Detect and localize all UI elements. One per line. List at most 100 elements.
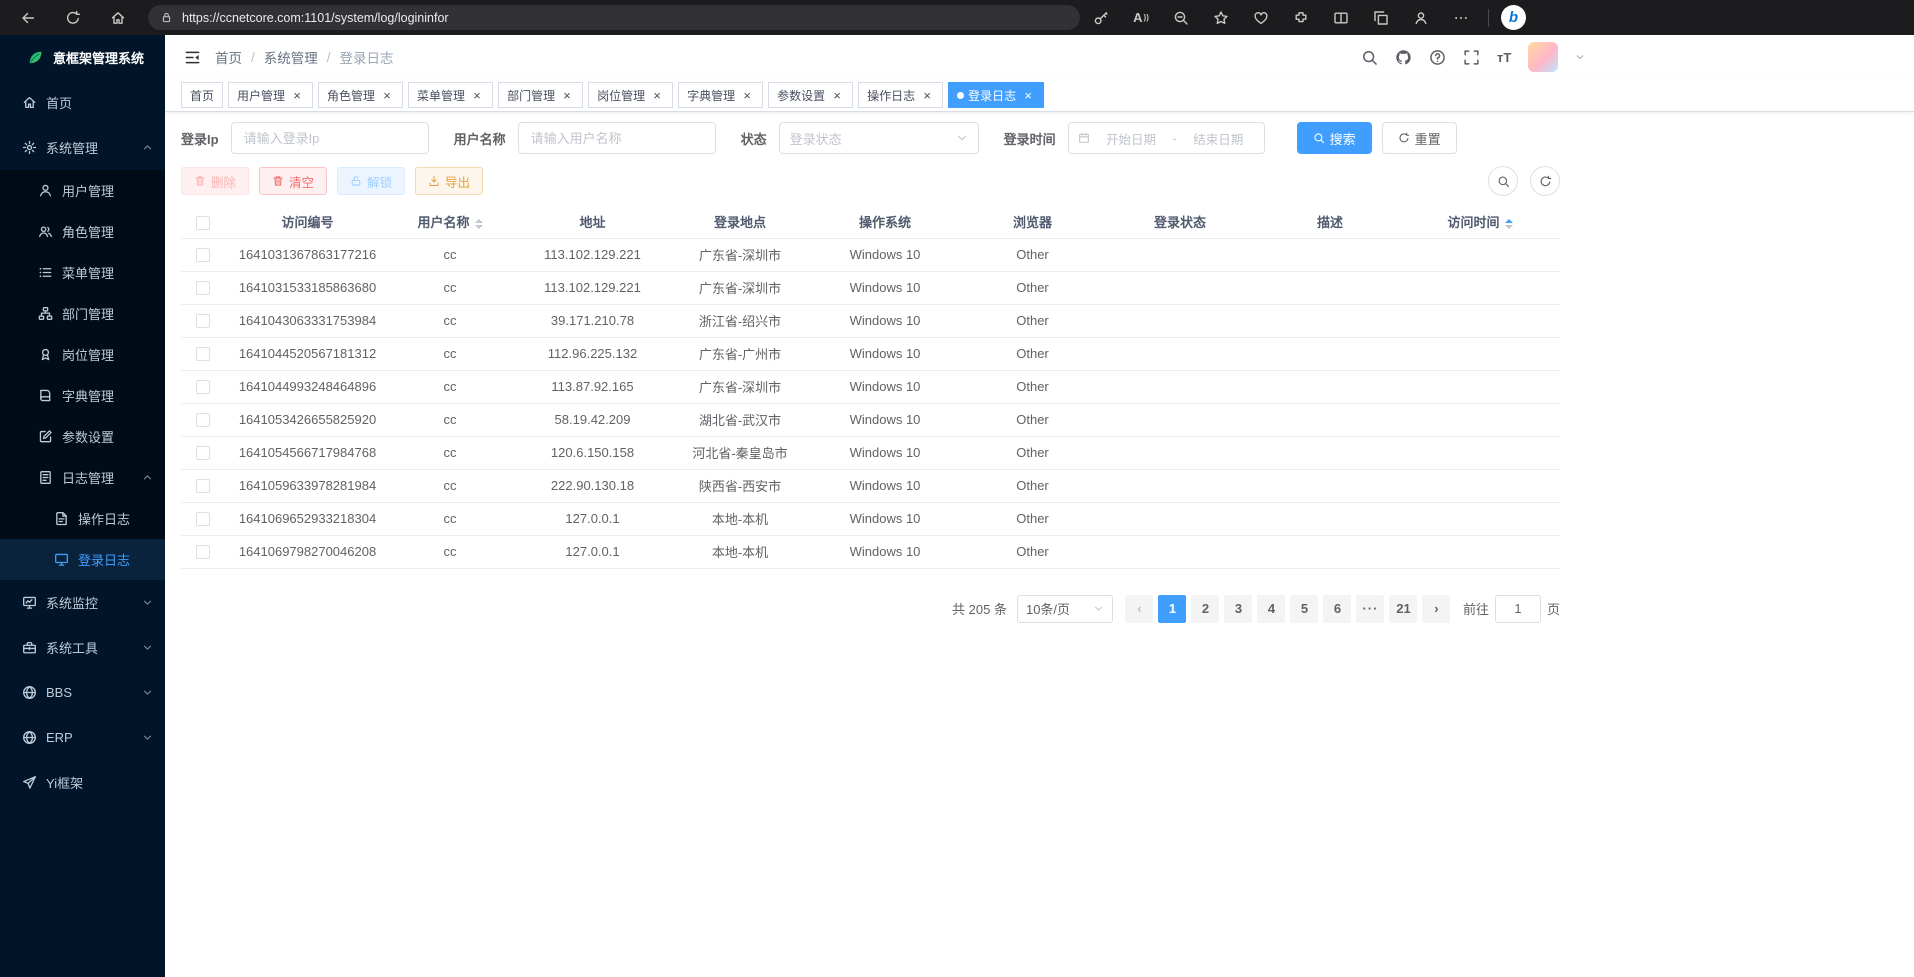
column-header-username[interactable]: 用户名称 [390, 206, 510, 238]
pager-ellipsis[interactable]: ··· [1356, 595, 1384, 623]
login-ip-input[interactable] [231, 122, 429, 154]
page-button-5[interactable]: 5 [1290, 595, 1318, 623]
row-checkbox[interactable] [196, 347, 210, 361]
row-checkbox[interactable] [196, 479, 210, 493]
sidebar-item-home[interactable]: 首页 [0, 80, 165, 125]
tab-close-icon[interactable]: × [920, 88, 934, 102]
sidebar-item-yi[interactable]: Yi框架 [0, 760, 165, 805]
tab-close-icon[interactable]: × [830, 88, 844, 102]
browser-essentials-button[interactable] [1246, 3, 1276, 32]
export-button[interactable]: 导出 [415, 167, 483, 195]
sidebar-item-config[interactable]: 参数设置 [0, 416, 165, 457]
browser-refresh-button[interactable] [58, 3, 88, 32]
tab-dept[interactable]: 部门管理× [498, 82, 583, 108]
font-size-icon[interactable]: тT [1497, 50, 1511, 65]
status-select[interactable]: 登录状态 [779, 122, 979, 154]
show-search-toggle-button[interactable] [1488, 166, 1518, 196]
tab-close-icon[interactable]: × [1021, 88, 1035, 102]
page-button-6[interactable]: 6 [1323, 595, 1351, 623]
avatar-caret-icon[interactable] [1575, 52, 1585, 62]
sidebar-item-logininfor[interactable]: 登录日志 [0, 539, 165, 580]
sort-icons[interactable] [1505, 219, 1513, 229]
tab-dict[interactable]: 字典管理× [678, 82, 763, 108]
sidebar-item-role[interactable]: 角色管理 [0, 211, 165, 252]
cell-location: 广东省-广州市 [675, 337, 805, 370]
select-all-checkbox[interactable] [196, 216, 210, 230]
goto-page-input[interactable] [1495, 595, 1541, 623]
tab-role[interactable]: 角色管理× [318, 82, 403, 108]
date-range-picker[interactable]: 开始日期 - 结束日期 [1068, 122, 1265, 154]
next-page-button[interactable]: › [1422, 595, 1450, 623]
sidebar-item-erp[interactable]: ERP [0, 715, 165, 760]
row-checkbox[interactable] [196, 314, 210, 328]
page-size-select[interactable]: 10条/页 [1017, 595, 1113, 623]
clear-button[interactable]: 清空 [259, 167, 327, 195]
page-button-1[interactable]: 1 [1158, 595, 1186, 623]
tab-close-icon[interactable]: × [560, 88, 574, 102]
sidebar-item-menu[interactable]: 菜单管理 [0, 252, 165, 293]
browser-profile-button[interactable] [1406, 3, 1436, 32]
column-header-visit-time[interactable]: 访问时间 [1400, 206, 1560, 238]
tab-close-icon[interactable]: × [650, 88, 664, 102]
row-checkbox[interactable] [196, 512, 210, 526]
fullscreen-icon[interactable] [1463, 49, 1480, 66]
read-aloud-button[interactable]: A)) [1126, 3, 1156, 32]
browser-home-button[interactable] [103, 3, 133, 32]
tab-user[interactable]: 用户管理× [228, 82, 313, 108]
tab-home[interactable]: 首页 [181, 82, 223, 108]
sidebar-item-dept[interactable]: 部门管理 [0, 293, 165, 334]
github-icon[interactable] [1395, 49, 1412, 66]
password-key-button[interactable] [1086, 3, 1116, 32]
sidebar-item-monitor[interactable]: 系统监控 [0, 580, 165, 625]
zoom-out-button[interactable] [1166, 3, 1196, 32]
split-screen-button[interactable] [1326, 3, 1356, 32]
tab-menu[interactable]: 菜单管理× [408, 82, 493, 108]
tab-close-icon[interactable]: × [470, 88, 484, 102]
tab-operlog[interactable]: 操作日志× [858, 82, 943, 108]
breadcrumb-system[interactable]: 系统管理 [264, 47, 318, 67]
sidebar-item-bbs[interactable]: BBS [0, 670, 165, 715]
browser-back-button[interactable] [13, 3, 43, 32]
sidebar-item-tool[interactable]: 系统工具 [0, 625, 165, 670]
page-button-21[interactable]: 21 [1389, 595, 1417, 623]
row-checkbox[interactable] [196, 545, 210, 559]
sidebar-item-log[interactable]: 日志管理 [0, 457, 165, 498]
header-search-icon[interactable] [1361, 49, 1378, 66]
sort-icons[interactable] [475, 219, 483, 229]
tab-post[interactable]: 岗位管理× [588, 82, 673, 108]
sidebar-item-post[interactable]: 岗位管理 [0, 334, 165, 375]
page-button-2[interactable]: 2 [1191, 595, 1219, 623]
row-checkbox[interactable] [196, 281, 210, 295]
sidebar-toggle-icon[interactable] [184, 49, 201, 66]
sidebar-item-user[interactable]: 用户管理 [0, 170, 165, 211]
tab-config[interactable]: 参数设置× [768, 82, 853, 108]
sidebar-item-operlog[interactable]: 操作日志 [0, 498, 165, 539]
extensions-button[interactable] [1286, 3, 1316, 32]
collections-button[interactable] [1366, 3, 1396, 32]
address-bar[interactable]: https://ccnetcore.com:1101/system/log/lo… [148, 5, 1080, 30]
tab-close-icon[interactable]: × [290, 88, 304, 102]
page-button-3[interactable]: 3 [1224, 595, 1252, 623]
row-checkbox[interactable] [196, 446, 210, 460]
reset-button[interactable]: 重置 [1382, 122, 1457, 154]
prev-page-button[interactable]: ‹ [1125, 595, 1153, 623]
sidebar-item-system[interactable]: 系统管理 [0, 125, 165, 170]
row-checkbox[interactable] [196, 413, 210, 427]
breadcrumb-home[interactable]: 首页 [215, 47, 242, 67]
tab-close-icon[interactable]: × [380, 88, 394, 102]
username-input[interactable] [518, 122, 716, 154]
copilot-bing-button[interactable]: b [1501, 5, 1526, 30]
tab-close-icon[interactable]: × [740, 88, 754, 102]
browser-settings-button[interactable] [1446, 3, 1476, 32]
sidebar-item-dict[interactable]: 字典管理 [0, 375, 165, 416]
search-button[interactable]: 搜索 [1297, 122, 1372, 154]
refresh-table-button[interactable] [1530, 166, 1560, 196]
user-avatar[interactable] [1528, 42, 1558, 72]
app-logo[interactable]: 意框架管理系统 [0, 35, 165, 80]
tab-logininfor[interactable]: 登录日志× [948, 82, 1044, 108]
row-checkbox[interactable] [196, 248, 210, 262]
favorites-button[interactable] [1206, 3, 1236, 32]
help-icon[interactable] [1429, 49, 1446, 66]
row-checkbox[interactable] [196, 380, 210, 394]
page-button-4[interactable]: 4 [1257, 595, 1285, 623]
